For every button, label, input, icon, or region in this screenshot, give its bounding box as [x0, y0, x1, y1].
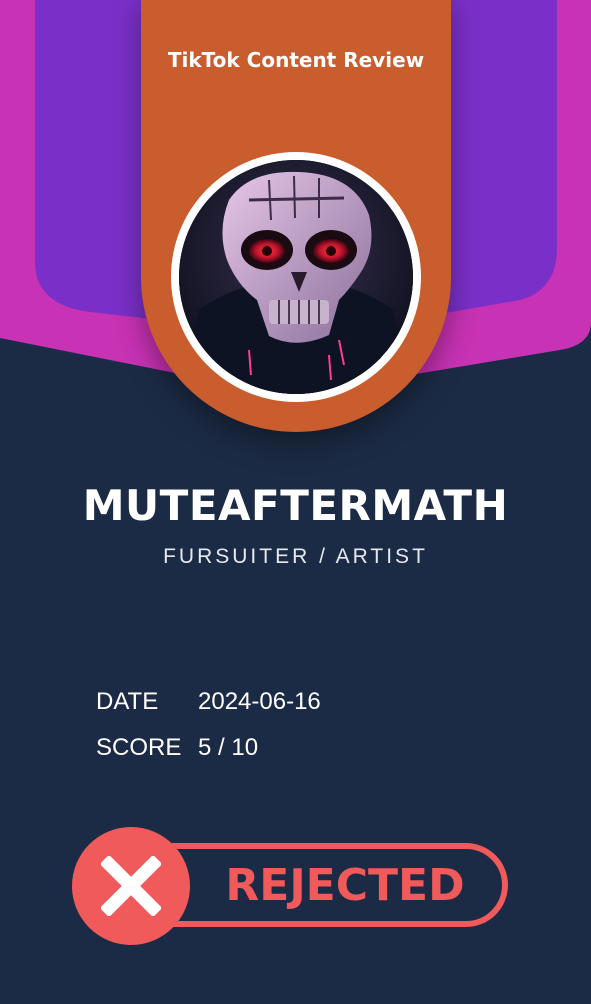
- close-x-icon: [101, 856, 161, 916]
- avatar: [179, 160, 413, 394]
- score-row: SCORE 5 / 10: [96, 734, 258, 762]
- status-icon-circle: [72, 827, 190, 945]
- role-subtitle: FURSUITER / ARTIST: [163, 545, 428, 568]
- username: MUTEAFTERMATH: [82, 481, 509, 530]
- score-value: 5 / 10: [198, 734, 259, 761]
- status-label: REJECTED: [225, 860, 465, 911]
- skull-mask-avatar-icon: [179, 160, 413, 394]
- date-label: DATE: [96, 688, 159, 715]
- review-card: TikTok Content Review MUTEAFTERMATH FURS…: [0, 0, 591, 1004]
- date-value: 2024-06-16: [198, 688, 321, 715]
- header-title: TikTok Content Review: [167, 48, 425, 72]
- score-label: SCORE: [96, 734, 182, 761]
- date-row: DATE 2024-06-16: [96, 688, 321, 716]
